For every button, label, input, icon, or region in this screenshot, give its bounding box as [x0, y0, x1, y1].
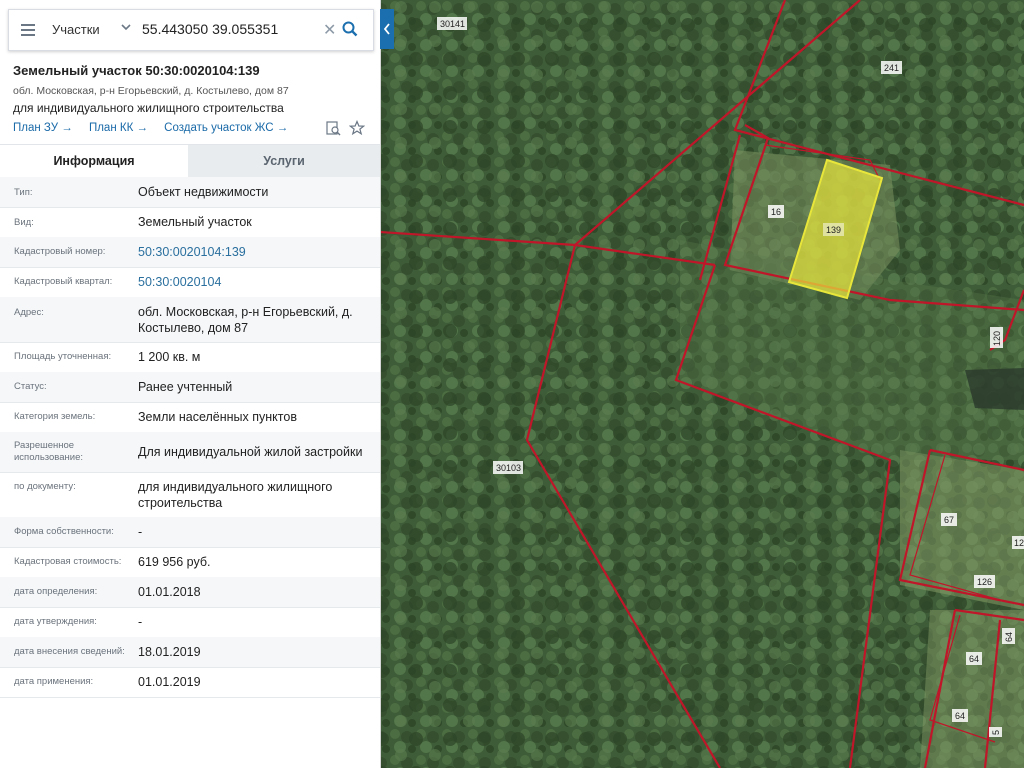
map-label-120: 120	[990, 327, 1003, 348]
svg-text:64: 64	[955, 711, 965, 721]
info-label: дата внесения сведений:	[14, 646, 125, 657]
map-label-5: 5	[989, 727, 1002, 737]
info-row: по документу: для индивидуального жилищн…	[0, 472, 380, 518]
search-icon[interactable]	[342, 21, 358, 37]
info-row: Кадастровый номер: 50:30:0020104:139	[0, 237, 380, 268]
svg-text:64: 64	[969, 654, 979, 664]
map-label-30141: 30141	[437, 17, 467, 30]
info-value: Земельный участок	[138, 215, 252, 229]
parcel-address: обл. Московская, р-н Егорьевский, д. Кос…	[13, 85, 289, 97]
parcel-purpose: для индивидуального жилищного строительс…	[13, 101, 284, 115]
info-value: для индивидуального жилищного строительс…	[138, 480, 333, 510]
chevron-down-icon[interactable]	[121, 24, 131, 31]
info-value: обл. Московская, р-н Егорьевский, д. Кос…	[138, 305, 353, 335]
info-label: дата утверждения:	[14, 616, 97, 627]
info-value: 18.01.2019	[138, 645, 201, 659]
map-label-64-a: 64	[966, 652, 982, 665]
info-row: дата утверждения: -	[0, 607, 380, 638]
svg-text:126: 126	[977, 577, 992, 587]
info-row: Адрес: обл. Московская, р-н Егорьевский,…	[0, 297, 380, 343]
info-row: дата определения: 01.01.2018	[0, 577, 380, 608]
info-label: дата применения:	[14, 676, 94, 687]
map-label-64-c: 64	[952, 709, 968, 722]
tab-information[interactable]: Информация	[0, 145, 188, 178]
svg-text:12: 12	[1014, 538, 1024, 548]
info-value: -	[138, 615, 143, 629]
map-label-64-b: 64	[1002, 628, 1015, 644]
info-label: Адрес:	[14, 307, 44, 318]
info-value: Земли населённых пунктов	[138, 410, 297, 424]
svg-text:64: 64	[1004, 632, 1014, 642]
info-row: Статус: Ранее учтенный	[0, 372, 380, 403]
svg-text:241: 241	[884, 63, 899, 73]
plan-kk-link[interactable]: План КК →	[89, 122, 148, 134]
info-value: 619 956 руб.	[138, 555, 211, 569]
info-row: Кадастровый квартал: 50:30:0020104	[0, 267, 380, 298]
search-bar: Участки 55.443050 39.055351 ✕	[8, 9, 374, 51]
info-label: Площадь уточненная:	[14, 351, 112, 362]
svg-text:120: 120	[992, 331, 1002, 346]
menu-icon[interactable]	[21, 24, 35, 36]
info-row: Тип: Объект недвижимости	[0, 177, 380, 208]
info-value: 1 200 кв. м	[138, 350, 201, 364]
info-value: 01.01.2019	[138, 675, 201, 689]
info-label: по документу:	[14, 481, 76, 492]
info-panel: Участки 55.443050 39.055351 ✕ Земельный …	[0, 0, 381, 768]
star-icon[interactable]	[349, 120, 365, 136]
info-value: 01.01.2018	[138, 585, 201, 599]
svg-text:5: 5	[991, 730, 1001, 735]
info-row: Вид: Земельный участок	[0, 207, 380, 238]
map-label-241: 241	[881, 61, 902, 74]
map-label-126: 126	[974, 575, 995, 588]
collapse-panel-button[interactable]	[380, 9, 394, 49]
svg-text:16: 16	[771, 207, 781, 217]
layer-select[interactable]: Участки	[52, 22, 100, 37]
info-value: -	[138, 525, 143, 539]
info-row: Кадастровая стоимость: 619 956 руб.	[0, 547, 380, 578]
info-label: Разрешенное использование:	[14, 440, 84, 463]
info-label: Вид:	[14, 217, 34, 228]
info-row: Разрешенное использование: Для индивидуа…	[0, 432, 380, 473]
create-parcel-link[interactable]: Создать участок ЖС →	[164, 122, 288, 134]
search-input[interactable]: 55.443050 39.055351	[142, 21, 278, 37]
info-label: Категория земель:	[14, 411, 96, 422]
parcel-title: Земельный участок 50:30:0020104:139	[13, 63, 260, 78]
map-label-12: 12	[1012, 536, 1024, 549]
info-label: Кадастровый номер:	[14, 246, 106, 257]
svg-text:30103: 30103	[496, 463, 521, 473]
info-label: Форма собственности:	[14, 526, 114, 537]
map-label-30103: 30103	[493, 461, 523, 474]
info-value: Ранее учтенный	[138, 380, 233, 394]
info-row: дата внесения сведений: 18.01.2019	[0, 637, 380, 668]
map-label-16: 16	[768, 205, 784, 218]
cadastral-number-link[interactable]: 50:30:0020104:139	[138, 244, 374, 260]
svg-text:30141: 30141	[440, 19, 465, 29]
info-row: Площадь уточненная: 1 200 кв. м	[0, 342, 380, 373]
close-icon[interactable]: ✕	[323, 20, 336, 40]
info-value: Объект недвижимости	[138, 185, 269, 199]
parcel-links: План ЗУ → План КК → Создать участок ЖС →	[13, 122, 301, 134]
info-value: Для индивидуальной жилой застройки	[138, 445, 363, 459]
info-row: Категория земель: Земли населённых пункт…	[0, 402, 380, 433]
info-label: Тип:	[14, 187, 33, 198]
svg-text:139: 139	[826, 225, 841, 235]
tab-bar: Информация Услуги	[0, 144, 380, 178]
map-label-67: 67	[941, 513, 957, 526]
info-label: Статус:	[14, 381, 47, 392]
info-label: Кадастровый квартал:	[14, 276, 113, 287]
plan-zu-link[interactable]: План ЗУ →	[13, 122, 73, 134]
svg-text:67: 67	[944, 515, 954, 525]
document-search-icon[interactable]	[326, 121, 341, 136]
map-label-139: 139	[823, 223, 844, 236]
cadastral-quarter-link[interactable]: 50:30:0020104	[138, 274, 374, 290]
info-row: Форма собственности: -	[0, 517, 380, 548]
tab-services[interactable]: Услуги	[188, 145, 380, 178]
info-row: дата применения: 01.01.2019	[0, 667, 380, 698]
info-label: дата определения:	[14, 586, 98, 597]
chevron-left-icon	[383, 23, 390, 35]
info-label: Кадастровая стоимость:	[14, 556, 122, 567]
